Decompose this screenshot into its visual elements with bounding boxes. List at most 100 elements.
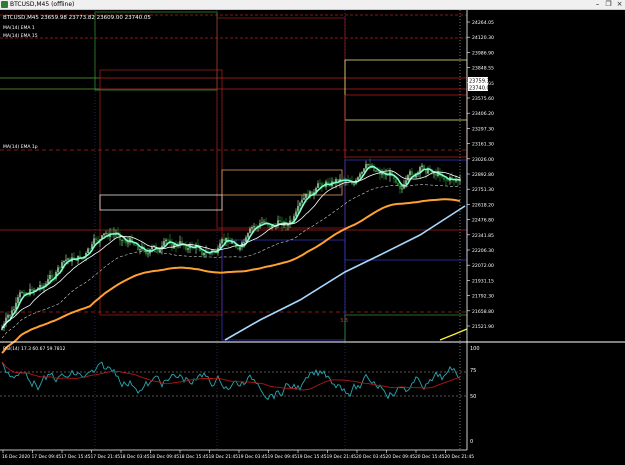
candle-body xyxy=(299,202,301,206)
price-label: 22751.30 xyxy=(472,187,494,193)
candle-body xyxy=(203,252,205,256)
candle-body xyxy=(423,165,425,169)
price-label: 23161.30 xyxy=(472,142,494,148)
candle-body xyxy=(327,181,329,183)
candle-body xyxy=(365,164,367,169)
candle-body xyxy=(375,170,377,172)
range-box xyxy=(344,94,468,158)
candle-body xyxy=(39,284,41,288)
candle-body xyxy=(229,242,231,244)
candle-body xyxy=(295,211,297,217)
time-label: 19 Dec 09:45 xyxy=(268,454,298,460)
candles xyxy=(1,158,461,332)
candle-body xyxy=(21,292,23,294)
price-label: 24120.30 xyxy=(472,35,494,41)
time-label: 17 Dec 15:45 xyxy=(61,454,91,460)
chart-area[interactable]: BTCUSD,M45 23659.98 23773.82 23609.00 23… xyxy=(0,10,625,461)
candle-body xyxy=(151,247,153,250)
window-titlebar: BTCUSD,M45 (offline) – ❐ × xyxy=(0,0,625,10)
close-icon[interactable]: × xyxy=(614,0,625,9)
minimize-icon[interactable]: – xyxy=(592,0,603,9)
range-box xyxy=(216,17,346,229)
time-label: 20 Dec 15:45 xyxy=(415,454,445,460)
candle-body xyxy=(127,242,129,244)
rsi-window xyxy=(0,361,467,401)
candle-body xyxy=(165,239,167,242)
candle-body xyxy=(307,193,309,197)
range-box xyxy=(344,59,468,121)
time-label: 20 Dec 09:45 xyxy=(386,454,416,460)
candle-body xyxy=(405,180,407,185)
price-label: 23406.20 xyxy=(472,111,494,117)
candle-body xyxy=(105,232,107,234)
price-scale: 24264.05 24120.30 23986.90 23848.55 23740.05… xyxy=(467,20,494,330)
price-label: 23026.00 xyxy=(472,157,494,163)
price-label: 22618.20 xyxy=(472,202,494,208)
candle-body xyxy=(445,179,447,181)
indicator-label-1: MA(14) EMA 1 xyxy=(3,25,35,31)
price-label: 21658.80 xyxy=(472,309,494,315)
price-label: 22892.80 xyxy=(472,172,494,178)
price-label: 23848.55 xyxy=(472,66,494,72)
candle-body xyxy=(443,177,445,180)
range-box xyxy=(221,239,346,341)
candle-body xyxy=(353,183,355,185)
candle-body xyxy=(401,188,403,190)
candle-body xyxy=(89,248,91,250)
price-tag-1-text: 23759.35 xyxy=(469,79,493,85)
chart-window-icon xyxy=(1,1,8,8)
candle-body xyxy=(359,173,361,178)
candle-body xyxy=(457,180,459,182)
restore-icon[interactable]: ❐ xyxy=(603,0,614,9)
level-lines xyxy=(0,14,467,313)
candle-body xyxy=(19,292,21,298)
candle-body xyxy=(247,233,249,238)
candle-body xyxy=(173,244,175,249)
time-label: 18 Dec 15:45 xyxy=(179,454,209,460)
time-label: 19 Dec 03:45 xyxy=(238,454,268,460)
price-label: 23297.30 xyxy=(472,126,494,132)
price-label: 22476.80 xyxy=(472,218,494,224)
candle-body xyxy=(51,275,53,278)
candle-body xyxy=(59,267,61,269)
price-label: 22341.85 xyxy=(472,233,494,239)
price-label: 24264.05 xyxy=(472,20,494,26)
candle-body xyxy=(263,221,265,223)
time-label: 20 Dec 03:45 xyxy=(356,454,386,460)
candle-body xyxy=(147,253,149,255)
price-chart-canvas[interactable]: BTCUSD,M45 23659.98 23773.82 23609.00 23… xyxy=(0,10,625,461)
time-label: 19 Dec 15:45 xyxy=(297,454,327,460)
candle-body xyxy=(187,248,189,250)
candle-body xyxy=(139,249,141,251)
candle-body xyxy=(433,173,435,175)
candle-body xyxy=(221,239,223,244)
candle-body xyxy=(103,233,105,236)
price-tag-2-text: 23740.05 xyxy=(469,86,493,92)
candle-body xyxy=(435,173,437,176)
rsi-ma-line xyxy=(1,361,461,391)
candle-body xyxy=(455,180,457,182)
candle-body xyxy=(9,314,11,316)
rsi-scale-0: 0 xyxy=(470,439,473,445)
candle-body xyxy=(87,248,89,253)
candle-body xyxy=(133,243,135,246)
candle-body xyxy=(93,238,95,245)
time-label: 17 Dec 21:45 xyxy=(91,454,121,460)
candle-body xyxy=(167,239,169,241)
price-label: 21792.30 xyxy=(472,294,494,300)
price-label: 22072.00 xyxy=(472,263,494,269)
candle-body xyxy=(219,243,221,249)
time-label: 18 Dec 09:45 xyxy=(150,454,180,460)
candle-body xyxy=(447,180,449,182)
candle-body xyxy=(201,251,203,256)
chart-info-line: BTCUSD,M45 23659.98 23773.82 23609.00 23… xyxy=(3,15,151,21)
rsi-scale-75: 75 xyxy=(470,368,476,374)
candle-body xyxy=(57,267,59,273)
candle-body xyxy=(303,197,305,200)
candle-body xyxy=(163,241,165,246)
candle-body xyxy=(61,262,63,268)
candle-body xyxy=(49,275,51,280)
candle-body xyxy=(251,227,253,229)
candle-body xyxy=(305,193,307,198)
candle-body xyxy=(297,205,299,212)
